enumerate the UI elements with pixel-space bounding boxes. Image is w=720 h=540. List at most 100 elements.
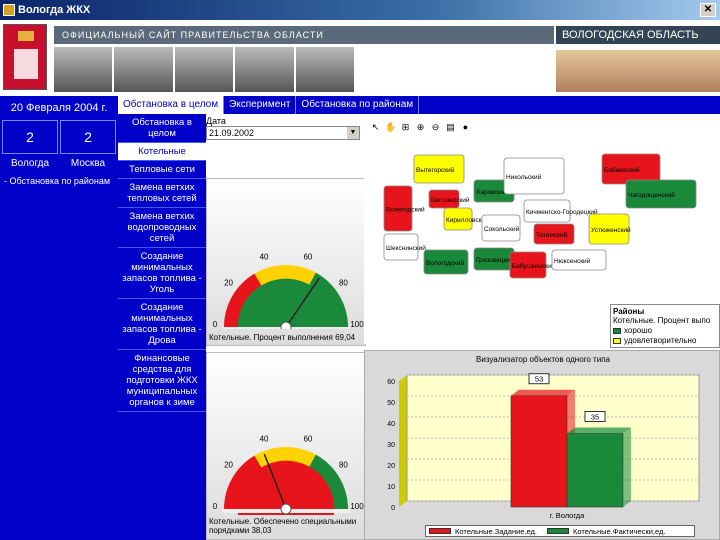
side-menu: Обстановка в целом Котельные Тепловые се… [118, 114, 206, 540]
chart-ytick-label: 50 [387, 400, 395, 407]
map-region-label: Тотемский [536, 231, 568, 239]
gauge-tick-label: 60 [303, 252, 312, 261]
map-legend: Районы Котельные. Процент выпо хорошо уд… [610, 304, 720, 348]
window-title: Вологда ЖКХ [18, 4, 91, 16]
chart-category-label: г. Вологда [550, 511, 585, 520]
gauge-tick-label: 100 [350, 502, 364, 511]
menu-item-overall[interactable]: Обстановка в целом [118, 114, 206, 143]
window-titlebar: Вологда ЖКХ ✕ [0, 0, 720, 20]
map-region-label: Вожегодский [386, 206, 425, 214]
legend-swatch [613, 327, 621, 334]
tab-overall[interactable]: Обстановка в целом [118, 96, 225, 114]
app-icon [3, 4, 15, 16]
gauge2-panel: 0 20 40 60 80 100 Котельные. Обеспечено специ… [206, 352, 366, 540]
gauge-tick-label: 100 [350, 320, 364, 329]
arrow-icon[interactable]: ↖ [370, 122, 381, 133]
map-region-label: Чагодощенский [628, 191, 675, 199]
header-photo [295, 47, 355, 92]
menu-item-coal-reserves[interactable]: Создание минимальных запасов топлива - У… [118, 248, 206, 299]
date-value: 21.09.2002 [209, 128, 255, 138]
header-photo [174, 47, 234, 92]
chart-ytick-label: 10 [387, 484, 395, 491]
pan-hand-icon[interactable]: ✋ [385, 122, 396, 133]
city2-name[interactable]: Москва [60, 158, 116, 169]
gauge2-caption-text: Котельные. Обеспечено специальными поряд… [209, 517, 357, 535]
map-region-label: Вологодский [426, 259, 465, 267]
city1-value: 2 [2, 120, 58, 154]
gauge-tick-label: 0 [213, 502, 218, 511]
header-photo [235, 47, 294, 92]
chart-ytick-label: 60 [387, 379, 395, 386]
tab-experiment[interactable]: Эксперимент [224, 96, 297, 114]
gauge1-dial: 0 20 40 60 80 100 [213, 252, 364, 376]
header-photo [114, 47, 173, 92]
gauge2-value: 38,03 [251, 526, 272, 535]
districts-link[interactable]: - Обстановка по районам [4, 176, 110, 186]
site-header: ОФИЦИАЛЬНЫЙ САЙТ ПРАВИТЕЛЬСТВА ОБЛАСТИ В… [0, 20, 720, 95]
chart-bar [566, 433, 624, 508]
zoom-fit-icon[interactable]: ⊞ [400, 122, 411, 133]
legend-plan: Котельные.Задание,ед. [455, 526, 538, 536]
gauge-tick-label: 20 [224, 278, 233, 287]
gauge-tick-label: 60 [303, 434, 312, 443]
kremlin-banner [556, 50, 720, 92]
map-region-label: Устюженский [591, 226, 631, 234]
chevron-down-icon[interactable]: ▼ [347, 127, 359, 139]
map-region-label: Бабушкинский [512, 262, 556, 270]
legend-label: удовлетворительно [624, 336, 697, 345]
chart-bar-side [623, 427, 631, 507]
left-panel: 20 Февраля 2004 г. 2 2 Вологда Москва - … [0, 96, 118, 540]
map-toolbar: ↖ ✋ ⊞ ⊕ ⊖ ▤ ● [370, 122, 471, 133]
coat-of-arms-logo [3, 24, 47, 90]
gauge2-dial: 0 20 40 60 80 100 [213, 434, 364, 540]
chart-data-label: 35 [591, 413, 599, 422]
menu-item-wood-reserves[interactable]: Создание минимальных запасов топлива - Д… [118, 299, 206, 350]
map-region-label: Кичменгско-Городецкий [526, 208, 598, 216]
region-title: ВОЛОГОДСКАЯ ОБЛАСТЬ [556, 26, 720, 44]
site-strip: ОФИЦИАЛЬНЫЙ САЙТ ПРАВИТЕЛЬСТВА ОБЛАСТИ [54, 26, 554, 44]
date-label: Дата [206, 116, 226, 126]
menu-item-finance[interactable]: Финансовые средства для подготовки ЖКХ м… [118, 350, 206, 412]
gauge-hub [280, 321, 292, 333]
legend-swatch-plan [429, 528, 451, 534]
menu-item-heat-replacement[interactable]: Замена ветхих тепловых сетей [118, 179, 206, 208]
gauge1-caption-text: Котельные. Процент выполнения [209, 333, 333, 342]
chart-ytick-label: 0 [391, 505, 395, 512]
chart-ytick-label: 20 [387, 463, 395, 470]
chart-bar-top [511, 389, 575, 396]
map-region-label: Вытегорский [416, 166, 455, 174]
city1-name[interactable]: Вологда [2, 158, 58, 169]
map-region-label: Харовский [476, 188, 508, 196]
tab-districts[interactable]: Обстановка по районам [296, 96, 420, 114]
legend-fact: Котельные.Фактически,ед. [573, 526, 666, 536]
zoom-in-icon[interactable]: ⊕ [415, 122, 426, 133]
gauge-hub [280, 503, 292, 515]
gauge2-caption: Котельные. Обеспечено специальными поряд… [209, 517, 363, 535]
legend-swatch-fact [547, 528, 570, 534]
print-icon[interactable]: ▤ [445, 122, 456, 133]
chart-title: Визуализатор объектов одного типа [476, 355, 610, 364]
menu-item-boilers[interactable]: Котельные [118, 143, 206, 161]
chart-legend: Котельные.Задание,ед. Котельные.Фактичес… [425, 525, 695, 537]
menu-item-heat-networks[interactable]: Тепловые сети [118, 161, 206, 179]
legend-label: хорошо [624, 326, 653, 335]
header-photo [54, 47, 113, 92]
region-map[interactable]: ВытегорскийВожегодскийБелозерскийКирилло… [364, 140, 720, 300]
gauge1-panel: 0 20 40 60 80 100 Котельные. Процент выполнен… [206, 178, 366, 376]
city2-value: 2 [60, 120, 116, 154]
map-region-label: Нюксенский [554, 257, 591, 265]
gauge-tick-label: 40 [260, 252, 269, 261]
header-photos [54, 47, 355, 92]
gauge-tick-label: 40 [260, 434, 269, 443]
map-region-label: Белозерский [431, 196, 470, 204]
bar-chart-panel: Визуализатор объектов одного типа 0 10 20 3… [364, 350, 720, 540]
legend-title: Районы [613, 307, 645, 316]
map-region-label: Шекснинский [386, 244, 426, 252]
menu-item-water-replacement[interactable]: Замена ветхих водопроводных сетей [118, 208, 206, 248]
gauge-tick-label: 20 [224, 460, 233, 469]
date-select[interactable]: 21.09.2002 ▼ [206, 126, 360, 140]
zoom-out-icon[interactable]: ⊖ [430, 122, 441, 133]
map-region-label: Грязовецкий [476, 256, 514, 264]
globe-icon[interactable]: ● [460, 122, 471, 133]
close-icon[interactable]: ✕ [700, 3, 716, 17]
